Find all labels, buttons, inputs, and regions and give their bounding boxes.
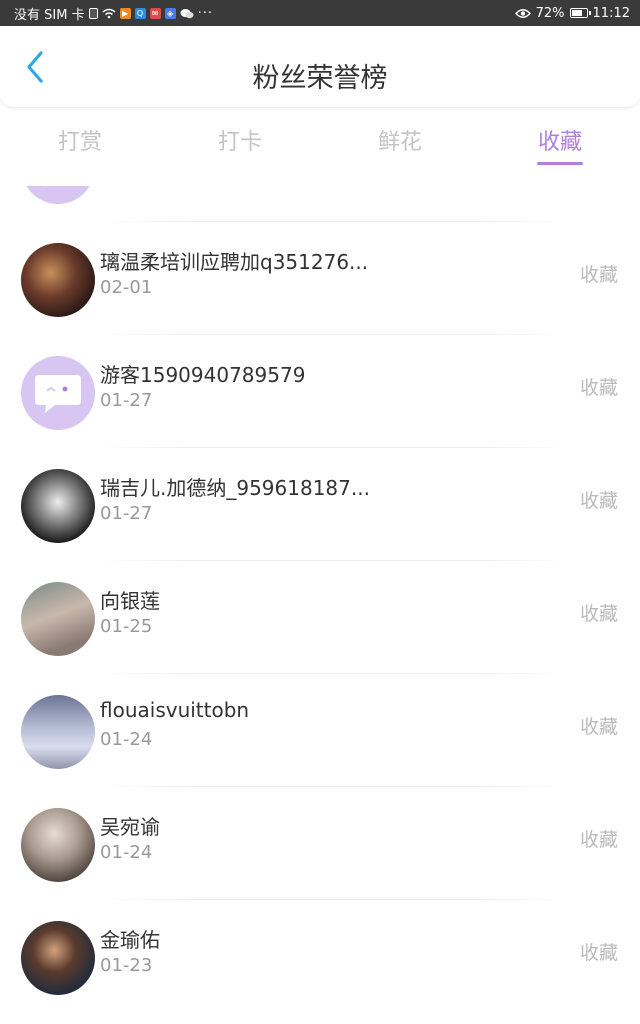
app-notification-icon: ◈ xyxy=(164,7,176,19)
status-bar-right: 72% 11:12 xyxy=(514,5,630,21)
list-item[interactable]: 金瑜佑 01-23 收藏 xyxy=(0,900,640,1013)
action-label: 收藏 xyxy=(579,716,618,738)
wifi-icon xyxy=(102,8,116,18)
list-item[interactable]: 02-03 收藏 xyxy=(0,186,640,222)
tab-label: 鲜花 xyxy=(377,130,422,155)
user-name: 璃温柔培训应聘加q351276... xyxy=(100,250,369,274)
clock: 11:12 xyxy=(592,5,630,21)
chat-bubble-icon xyxy=(35,375,81,413)
list-item[interactable]: flouaisvuittobn 01-24 收藏 xyxy=(0,674,640,787)
list-item[interactable]: 瑞吉儿.加德纳_959618187... 01-27 收藏 xyxy=(0,448,640,561)
page-title: 粉丝荣誉榜 xyxy=(252,63,388,94)
avatar xyxy=(21,243,95,317)
avatar xyxy=(21,582,95,656)
status-bar: 没有 SIM 卡 ▶ Q ✉ ◈ ··· 72% 11:12 xyxy=(0,0,640,26)
action-label: 收藏 xyxy=(579,829,618,851)
mail-notification-icon: ✉ xyxy=(149,7,161,19)
fan-list[interactable]: 02-03 收藏 璃温柔培训应聘加q351276... 02-01 收藏 游客1… xyxy=(0,186,640,1024)
chat-bubble-icon xyxy=(45,186,47,187)
eye-comfort-icon xyxy=(514,8,531,18)
avatar xyxy=(21,356,95,430)
user-name: 金瑜佑 xyxy=(100,928,160,952)
user-name: 瑞吉儿.加德纳_959618187... xyxy=(100,476,370,500)
avatar xyxy=(21,186,95,204)
user-name: 向银莲 xyxy=(100,589,160,613)
action-label: 收藏 xyxy=(579,377,618,399)
avatar xyxy=(21,695,95,769)
battery-percent: 72% xyxy=(535,5,565,21)
list-item[interactable]: 游客1590940789579 01-27 收藏 xyxy=(0,335,640,448)
more-notifications-icon: ··· xyxy=(197,5,213,21)
tab-checkin[interactable]: 打卡 xyxy=(160,108,320,186)
item-date: 01-27 xyxy=(100,503,153,524)
item-date: 02-01 xyxy=(100,277,153,298)
avatar xyxy=(21,808,95,882)
app-notification-icon: Q xyxy=(134,7,146,19)
tab-label: 打卡 xyxy=(217,130,262,155)
tab-bar: 打赏 打卡 鲜花 收藏 xyxy=(0,108,640,186)
action-label: 收藏 xyxy=(579,942,618,964)
tab-label: 打赏 xyxy=(57,130,102,155)
tab-flowers[interactable]: 鲜花 xyxy=(320,108,480,186)
carrier-label: 没有 SIM 卡 xyxy=(14,7,85,23)
item-date: 01-25 xyxy=(100,616,153,637)
tab-favorites[interactable]: 收藏 xyxy=(480,108,640,186)
user-name: flouaisvuittobn xyxy=(100,698,250,722)
user-name: 吴宛谕 xyxy=(100,815,160,839)
battery-icon xyxy=(569,8,591,18)
action-label: 收藏 xyxy=(579,603,618,625)
tab-label: 收藏 xyxy=(537,130,582,155)
action-label: 收藏 xyxy=(579,490,618,512)
tab-tips[interactable]: 打赏 xyxy=(0,108,160,186)
sim-icon xyxy=(88,7,98,19)
action-label: 收藏 xyxy=(579,264,618,286)
avatar xyxy=(21,921,95,995)
active-tab-indicator xyxy=(537,162,583,165)
item-date: 01-23 xyxy=(100,955,153,976)
status-bar-left: 没有 SIM 卡 ▶ Q ✉ ◈ ··· xyxy=(14,4,515,23)
item-date: 01-24 xyxy=(100,842,153,863)
list-item[interactable]: 璃温柔培训应聘加q351276... 02-01 收藏 xyxy=(0,222,640,335)
item-date: 01-24 xyxy=(100,729,153,750)
list-item[interactable]: 吴宛谕 01-24 收藏 xyxy=(0,787,640,900)
header-bar: 粉丝荣誉榜 xyxy=(0,26,640,108)
user-name: 游客1590940789579 xyxy=(100,363,306,387)
list-item[interactable]: 向银莲 01-25 收藏 xyxy=(0,561,640,674)
item-date: 01-27 xyxy=(100,390,153,411)
fan-list-content: 02-03 收藏 璃温柔培训应聘加q351276... 02-01 收藏 游客1… xyxy=(0,186,640,1013)
app-notification-icon: ▶ xyxy=(119,7,131,19)
wechat-icon xyxy=(180,8,194,18)
avatar xyxy=(21,469,95,543)
